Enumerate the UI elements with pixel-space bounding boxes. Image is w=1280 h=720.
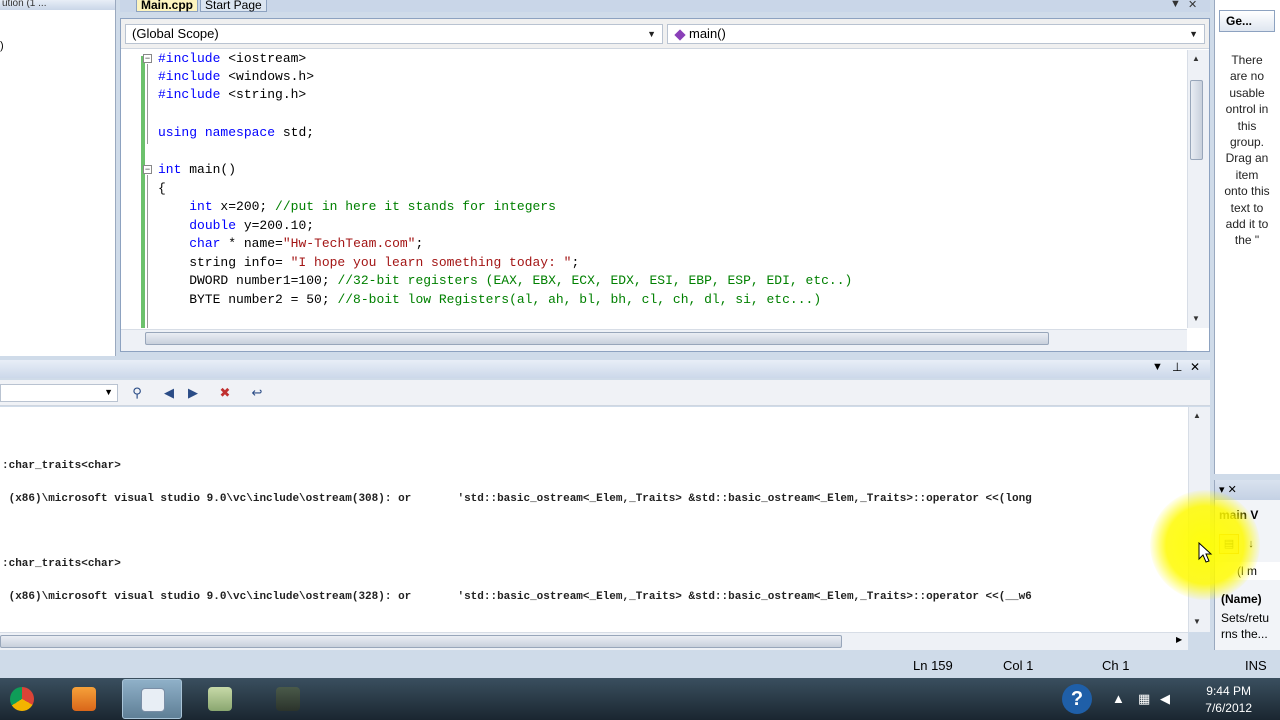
output-vertical-scrollbar[interactable]: ▲ ▼ bbox=[1188, 407, 1210, 632]
close-document-icon[interactable]: ✕ bbox=[1188, 0, 1197, 11]
properties-header: ▾ ✕ bbox=[1215, 480, 1280, 500]
visual-studio-icon[interactable] bbox=[122, 679, 182, 719]
categorized-icon[interactable]: ▤ bbox=[1219, 534, 1239, 554]
scope-dropdown[interactable]: (Global Scope) ▼ bbox=[125, 24, 663, 44]
code-line[interactable]: BYTE number2 = 50; //8-boit low Register… bbox=[158, 291, 821, 309]
pin-icon[interactable]: ⊥ bbox=[1172, 360, 1182, 374]
next-message-icon[interactable]: ▶ bbox=[184, 385, 202, 401]
solution-tree-item[interactable]: ) bbox=[0, 40, 4, 52]
chrome-icon[interactable] bbox=[0, 679, 52, 719]
toolbox-general-tab[interactable]: Ge... bbox=[1219, 10, 1275, 32]
code-line[interactable]: double y=200.10; bbox=[158, 217, 314, 235]
notepad-icon[interactable] bbox=[190, 679, 250, 719]
chevron-down-icon[interactable]: ▼ bbox=[1152, 361, 1163, 373]
scroll-thumb[interactable] bbox=[0, 635, 842, 648]
output-header: ▼ ⊥ ✕ bbox=[0, 360, 1210, 378]
editor-horizontal-scrollbar[interactable] bbox=[121, 329, 1187, 351]
editor-vertical-scrollbar[interactable]: ▲ ▼ bbox=[1187, 50, 1209, 328]
code-line[interactable]: #include <iostream> bbox=[158, 50, 306, 68]
navigation-bar: (Global Scope) ▼ main() ▼ bbox=[121, 19, 1209, 49]
scroll-up-icon[interactable]: ▲ bbox=[1192, 54, 1200, 63]
property-description-title: (Name) bbox=[1221, 592, 1262, 606]
scroll-down-icon[interactable]: ▼ bbox=[1192, 314, 1200, 323]
document-tab-strip: Main.cpp Start Page ▼ ✕ bbox=[120, 0, 1210, 12]
show-hidden-icons-icon[interactable]: ▲ bbox=[1112, 691, 1125, 706]
indicator-margin bbox=[121, 50, 143, 328]
collapse-region-icon[interactable]: − bbox=[143, 54, 152, 63]
clock-time: 9:44 PM bbox=[1206, 684, 1251, 698]
network-icon[interactable]: ▦ bbox=[1138, 691, 1150, 707]
clear-all-icon[interactable]: ✖ bbox=[216, 385, 234, 401]
solution-explorer-header: ution (1 ... bbox=[0, 0, 115, 10]
code-editor[interactable]: (Global Scope) ▼ main() ▼ − − #include <… bbox=[120, 18, 1210, 352]
code-line[interactable]: #include <string.h> bbox=[158, 86, 306, 104]
collapse-region-icon[interactable]: − bbox=[143, 165, 152, 174]
code-line[interactable]: using namespace std; bbox=[158, 124, 314, 142]
property-value-row[interactable]: (l m bbox=[1215, 562, 1280, 580]
scroll-down-icon[interactable]: ▼ bbox=[1193, 617, 1201, 626]
code-line[interactable]: char * name="Hw-TechTeam.com"; bbox=[158, 235, 423, 253]
chevron-down-icon: ▼ bbox=[104, 387, 113, 397]
code-line[interactable]: #include <windows.h> bbox=[158, 68, 314, 86]
output-source-dropdown[interactable]: ▼ bbox=[0, 384, 118, 402]
tab-start-page[interactable]: Start Page bbox=[200, 0, 267, 12]
code-line[interactable]: int x=200; //put in here it stands for i… bbox=[158, 198, 556, 216]
status-insert-mode: INS bbox=[1245, 658, 1267, 673]
code-line[interactable]: DWORD number1=100; //32-bit registers (E… bbox=[158, 272, 852, 290]
scroll-thumb[interactable] bbox=[145, 332, 1049, 345]
output-window[interactable]: :char_traits<char> (x86)\microsoft visua… bbox=[0, 407, 1210, 632]
system-clock[interactable]: 9:44 PM 7/6/2012 bbox=[1205, 683, 1252, 717]
volume-icon[interactable]: ◀ bbox=[1160, 691, 1170, 707]
output-horizontal-scrollbar[interactable]: ▶ bbox=[0, 632, 1188, 650]
output-line: :char_traits<char> bbox=[2, 460, 121, 472]
tab-main-cpp[interactable]: Main.cpp bbox=[136, 0, 199, 12]
status-column: Col 1 bbox=[1003, 658, 1034, 673]
mouse-pointer-icon bbox=[1198, 542, 1213, 563]
method-icon bbox=[674, 28, 686, 41]
scroll-thumb[interactable] bbox=[1190, 80, 1203, 160]
chevron-down-icon: ▼ bbox=[1189, 29, 1198, 39]
toolbox-empty-message: There are no usable ontrol in this group… bbox=[1224, 53, 1270, 248]
output-toolbar: ▼ ⚲ ◀ ▶ ✖ ↩ bbox=[0, 380, 1210, 406]
toolbox-panel: Ge... There are no usable ontrol in this… bbox=[1214, 0, 1280, 474]
outline-line bbox=[147, 64, 148, 144]
member-value: main() bbox=[689, 26, 726, 41]
outline-line bbox=[147, 175, 148, 328]
member-dropdown[interactable]: main() ▼ bbox=[667, 24, 1205, 44]
tab-list-dropdown-icon[interactable]: ▼ bbox=[1170, 0, 1181, 10]
alphabetical-icon[interactable]: ↓ bbox=[1241, 534, 1261, 554]
output-line: :char_traits<char> bbox=[2, 558, 121, 570]
properties-toolbar: ▤ ↓ bbox=[1219, 534, 1277, 554]
find-message-icon[interactable]: ⚲ bbox=[128, 385, 146, 401]
output-line: (x86)\microsoft visual studio 9.0\vc\inc… bbox=[2, 493, 1032, 505]
close-icon[interactable]: ✕ bbox=[1190, 360, 1200, 374]
panel-controls[interactable]: ▾ ✕ bbox=[1219, 484, 1237, 496]
code-line[interactable]: int main() bbox=[158, 161, 236, 179]
scroll-right-icon[interactable]: ▶ bbox=[1176, 635, 1182, 644]
code-line[interactable]: string info= "I hope you learn something… bbox=[158, 254, 579, 272]
status-char: Ch 1 bbox=[1102, 658, 1130, 673]
status-line: Ln 159 bbox=[913, 658, 953, 673]
scope-value: (Global Scope) bbox=[132, 26, 219, 41]
word-wrap-icon[interactable]: ↩ bbox=[248, 385, 266, 401]
status-bar: Ln 159 Col 1 Ch 1 INS bbox=[0, 652, 1280, 678]
properties-panel: ▾ ✕ main V ▤ ↓ (l m (Name) Sets/retu rns … bbox=[1214, 480, 1280, 650]
camtasia-icon[interactable] bbox=[258, 679, 318, 719]
object-selector[interactable]: main V bbox=[1219, 508, 1258, 522]
change-tracking-margin bbox=[141, 50, 145, 328]
code-line[interactable]: { bbox=[158, 180, 166, 198]
scroll-up-icon[interactable]: ▲ bbox=[1193, 411, 1201, 420]
media-player-icon[interactable] bbox=[54, 679, 114, 719]
solution-explorer-panel: ution (1 ... ) bbox=[0, 0, 116, 356]
previous-message-icon[interactable]: ◀ bbox=[160, 385, 178, 401]
clock-date: 7/6/2012 bbox=[1205, 701, 1252, 715]
help-icon[interactable]: ? bbox=[1062, 684, 1092, 714]
code-text-area[interactable]: − − #include <iostream> #include <window… bbox=[121, 50, 1187, 328]
output-line: (x86)\microsoft visual studio 9.0\vc\inc… bbox=[2, 591, 1032, 603]
chevron-down-icon: ▼ bbox=[647, 29, 656, 39]
property-description-text: Sets/retu rns the... bbox=[1221, 611, 1270, 641]
windows-taskbar: ? ▲ ▦ ◀ 9:44 PM 7/6/2012 bbox=[0, 678, 1280, 720]
